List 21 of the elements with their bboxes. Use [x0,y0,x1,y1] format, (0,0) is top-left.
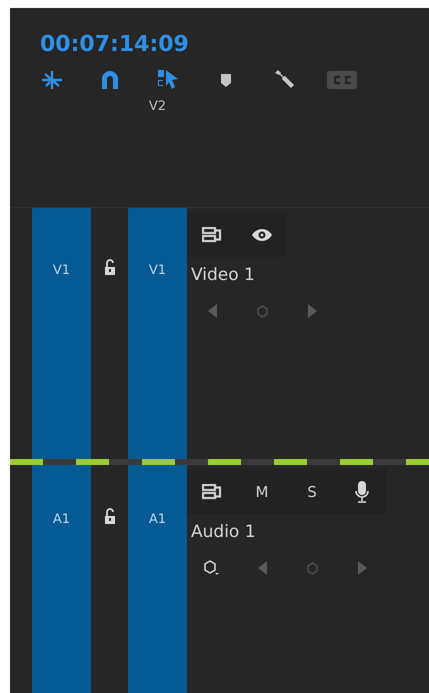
mute-button[interactable]: M [256,482,268,500]
source-patch[interactable]: A1 [32,465,91,693]
cursor-icon[interactable] [157,69,179,91]
snap-icon[interactable] [41,70,63,90]
eye-icon[interactable] [251,228,273,242]
magnet-icon[interactable] [101,70,119,90]
track-target[interactable]: V1 [128,208,187,459]
track-output-icon[interactable] [202,484,222,500]
lock-icon[interactable] [104,259,116,275]
track-label: V2 [148,99,166,114]
solo-button[interactable]: S [307,482,317,500]
track-output-icon[interactable] [202,226,222,242]
track-name: Audio 1 [191,522,256,542]
keyframe-dropdown-icon[interactable] [204,560,220,576]
microphone-icon[interactable] [355,480,369,502]
timecode[interactable]: 00:07:14:09 [40,32,189,57]
marker-icon[interactable] [220,72,232,88]
lock-icon[interactable] [104,508,116,524]
track-target[interactable]: A1 [128,465,187,693]
track-name: Video 1 [191,265,255,285]
source-patch[interactable]: V1 [32,208,91,459]
